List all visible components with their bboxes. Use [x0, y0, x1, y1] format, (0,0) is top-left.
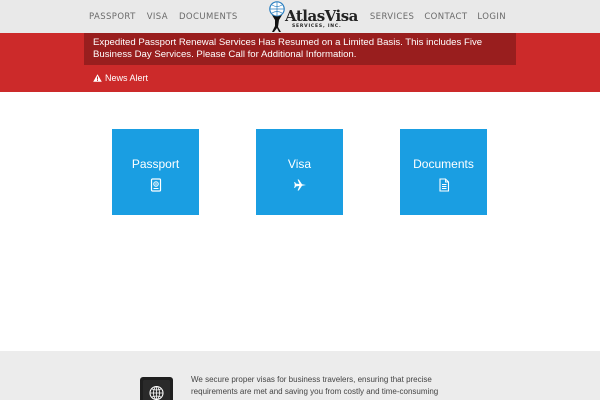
tile-label: Documents [413, 157, 474, 171]
nav-link-passport[interactable]: PASSPORT [89, 12, 136, 22]
passport-tile[interactable]: Passport [112, 129, 199, 215]
warning-icon [93, 74, 102, 82]
about-section: We secure proper visas for business trav… [0, 351, 600, 400]
logo-text: AtlasVisa [285, 7, 358, 25]
logo-subtitle: SERVICES, INC. [292, 24, 342, 29]
alert-message-box: Expedited Passport Renewal Services Has … [84, 33, 516, 65]
top-nav: PASSPORT VISA DOCUMENTS AtlasVisa SERVIC… [0, 0, 600, 33]
alert-message: Expedited Passport Renewal Services Has … [93, 37, 483, 60]
document-icon [438, 178, 449, 192]
nav-link-services[interactable]: SERVICES [370, 12, 414, 22]
news-alert-link[interactable]: News Alert [93, 73, 148, 83]
nav-link-documents[interactable]: DOCUMENTS [179, 12, 238, 22]
nav-link-visa[interactable]: VISA [147, 12, 168, 22]
passport-globe-icon [140, 377, 173, 400]
alert-banner: Expedited Passport Renewal Services Has … [0, 33, 600, 92]
passport-icon [150, 178, 161, 192]
nav-link-contact[interactable]: CONTACT [424, 12, 467, 22]
nav-right: SERVICES CONTACT LOGIN [370, 0, 506, 33]
tile-label: Passport [131, 157, 180, 171]
news-alert-label: News Alert [105, 73, 149, 83]
airplane-icon [293, 179, 306, 191]
documents-tile[interactable]: Documents [400, 129, 487, 215]
visa-tile[interactable]: Visa [256, 129, 343, 215]
about-text: We secure proper visas for business trav… [191, 375, 439, 396]
logo[interactable]: AtlasVisa SERVICES, INC. [266, 1, 366, 33]
tile-label: Visa [287, 157, 312, 171]
nav-left: PASSPORT VISA DOCUMENTS [89, 0, 238, 33]
nav-link-login[interactable]: LOGIN [477, 12, 506, 22]
